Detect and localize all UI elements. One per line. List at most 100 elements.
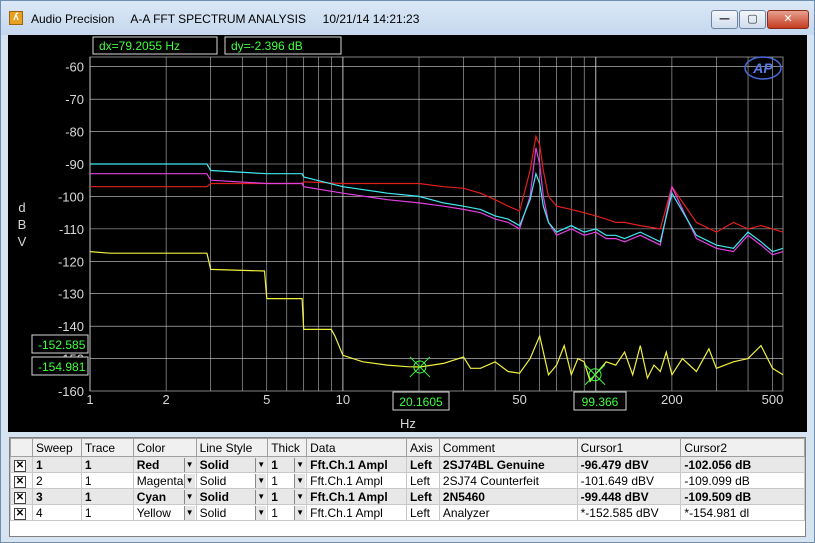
header-line-style[interactable]: Line Style: [195, 438, 269, 457]
color-cell[interactable]: Magenta ▼: [132, 472, 197, 489]
trace-cell[interactable]: 1: [80, 488, 134, 505]
color-cell[interactable]: Red ▼: [132, 456, 197, 473]
trace-cell[interactable]: 1: [80, 472, 134, 489]
line-style-cell[interactable]: Solid ▼: [195, 456, 269, 473]
axis-cell[interactable]: Left: [405, 488, 440, 505]
dy-readout: dy=-2.396 dB: [231, 39, 303, 53]
table-row[interactable]: ✕ 3 1 Cyan ▼ Solid ▼ 1 ▼ Fft.Ch.1 Ampl Left…: [10, 488, 805, 505]
close-button[interactable]: ✕: [767, 10, 809, 29]
header-axis[interactable]: Axis: [405, 438, 440, 457]
trace-cell[interactable]: 1: [80, 456, 134, 473]
line-style-value: Solid: [199, 473, 227, 488]
thick-cell[interactable]: 1 ▼: [267, 488, 308, 505]
chevron-down-icon[interactable]: ▼: [294, 473, 306, 488]
chevron-down-icon[interactable]: ▼: [255, 473, 267, 488]
table-row[interactable]: ✕ 2 1 Magenta ▼ Solid ▼ 1 ▼ Fft.Ch.1 Ampl L…: [10, 472, 805, 489]
cursor2-x-readout: 99.366: [582, 395, 619, 409]
comment-cell[interactable]: Analyzer: [438, 504, 578, 521]
header-trace[interactable]: Trace: [80, 438, 134, 457]
x-tick-label: 1: [86, 392, 93, 407]
y-tick-label: -140: [58, 319, 84, 334]
chevron-down-icon[interactable]: ▼: [183, 489, 195, 504]
data-cell[interactable]: Fft.Ch.1 Ampl: [306, 504, 407, 521]
y-axis-label-char: d: [18, 200, 25, 215]
x-tick-label: 50: [512, 392, 526, 407]
data-cell[interactable]: Fft.Ch.1 Ampl: [306, 472, 407, 489]
cursor1-x-readout: 20.1605: [399, 395, 443, 409]
color-cell[interactable]: Cyan ▼: [132, 488, 197, 505]
enable-checkbox[interactable]: ✕: [14, 508, 26, 520]
chevron-down-icon[interactable]: ▼: [294, 457, 306, 472]
title-bar[interactable]: ʎ Audio Precision A-A FFT SPECTRUM ANALY…: [1, 1, 814, 35]
series-line-yellow: [89, 251, 784, 383]
header-color[interactable]: Color: [132, 438, 197, 457]
axis-cell[interactable]: Left: [405, 456, 440, 473]
cursor2-cell: -109.509 dB: [680, 488, 805, 505]
series-line-cyan: [90, 163, 784, 253]
header-cursor1[interactable]: Cursor1: [576, 438, 682, 457]
table-row[interactable]: ✕ 1 1 Red ▼ Solid ▼ 1 ▼ Fft.Ch.1 Ampl Left …: [10, 456, 805, 473]
trace-cell[interactable]: 1: [80, 504, 134, 521]
enable-checkbox[interactable]: ✕: [14, 460, 26, 472]
table-header-row: Sweep Trace Color Line Style Thick Data …: [10, 438, 805, 457]
comment-cell[interactable]: 2SJ74BL Genuine: [438, 456, 578, 473]
comment-cell[interactable]: 2N5460: [438, 488, 578, 505]
chevron-down-icon[interactable]: ▼: [294, 505, 306, 520]
cursor2-cell: -109.099 dB: [680, 472, 805, 489]
y-tick-label: -90: [65, 157, 84, 172]
cursor1-cell: -99.448 dBV: [576, 488, 682, 505]
minimize-button[interactable]: —: [711, 10, 738, 29]
sweep-cell[interactable]: 1: [31, 456, 82, 473]
chevron-down-icon[interactable]: ▼: [183, 457, 195, 472]
chevron-down-icon[interactable]: ▼: [183, 505, 195, 520]
header-data[interactable]: Data: [306, 438, 407, 457]
y-axis-label-char: B: [18, 217, 27, 232]
y-tick-label: -110: [59, 222, 84, 237]
y-tick-label: -70: [65, 92, 84, 107]
y-axis-label-char: V: [18, 234, 27, 249]
thick-cell[interactable]: 1 ▼: [267, 456, 308, 473]
sweep-cell[interactable]: 3: [31, 488, 82, 505]
y-tick-label: -120: [58, 254, 84, 269]
thick-cell[interactable]: 1 ▼: [267, 504, 308, 521]
x-tick-label: 200: [661, 392, 683, 407]
line-style-cell[interactable]: Solid ▼: [195, 504, 269, 521]
cursor2-cell: -102.056 dB: [680, 456, 805, 473]
enable-checkbox[interactable]: ✕: [14, 492, 26, 504]
header-thick[interactable]: Thick: [267, 438, 308, 457]
data-cell[interactable]: Fft.Ch.1 Ampl: [306, 456, 407, 473]
chevron-down-icon[interactable]: ▼: [294, 489, 306, 504]
enable-checkbox[interactable]: ✕: [14, 476, 26, 488]
x-axis-label: Hz: [400, 416, 416, 431]
table-row[interactable]: ✕ 4 1 Yellow ▼ Solid ▼ 1 ▼ Fft.Ch.1 Ampl Le…: [10, 504, 805, 521]
chevron-down-icon[interactable]: ▼: [183, 473, 195, 488]
header-check: [10, 438, 33, 457]
sweep-cell[interactable]: 4: [31, 504, 82, 521]
header-cursor2[interactable]: Cursor2: [680, 438, 805, 457]
header-comment[interactable]: Comment: [438, 438, 578, 457]
thick-cell[interactable]: 1 ▼: [267, 472, 308, 489]
axis-cell[interactable]: Left: [405, 504, 440, 521]
sweep-cell[interactable]: 2: [31, 472, 82, 489]
color-value: Yellow: [136, 505, 171, 520]
line-style-value: Solid: [199, 505, 227, 520]
header-sweep[interactable]: Sweep: [31, 438, 82, 457]
chevron-down-icon[interactable]: ▼: [255, 457, 267, 472]
sweep-table-panel: Sweep Trace Color Line Style Thick Data …: [9, 437, 806, 537]
line-style-cell[interactable]: Solid ▼: [195, 472, 269, 489]
line-style-cell[interactable]: Solid ▼: [195, 488, 269, 505]
chevron-down-icon[interactable]: ▼: [255, 505, 267, 520]
data-cell[interactable]: Fft.Ch.1 Ampl: [306, 488, 407, 505]
audio-precision-icon: ʎ: [9, 11, 23, 25]
comment-cell[interactable]: 2SJ74 Counterfeit: [438, 472, 578, 489]
x-tick-label: 10: [336, 392, 350, 407]
cursor1-cell: *-152.585 dBV: [576, 504, 682, 521]
fft-graph-panel[interactable]: -60-70-80-90-100-110-120-130-140-150-160…: [8, 35, 807, 432]
spectrum-chart[interactable]: -60-70-80-90-100-110-120-130-140-150-160…: [8, 35, 807, 432]
thick-value: 1: [271, 505, 278, 520]
color-cell[interactable]: Yellow ▼: [132, 504, 197, 521]
chevron-down-icon[interactable]: ▼: [255, 489, 267, 504]
axis-cell[interactable]: Left: [405, 472, 440, 489]
cursor1-y-readout: -152.585: [38, 338, 86, 352]
maximize-button[interactable]: ▢: [739, 10, 766, 29]
